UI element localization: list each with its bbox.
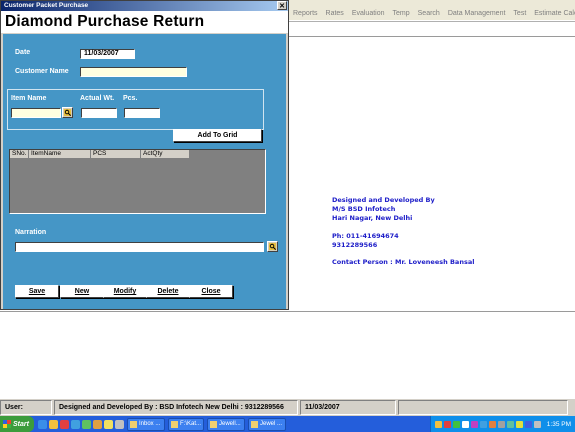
window-title: Customer Packet Purchase [4,2,89,9]
envelope-icon [130,420,137,428]
media-icon[interactable] [60,419,69,429]
menu-temp[interactable]: Temp [389,8,414,22]
date-field[interactable]: 11/03/2007 [80,49,135,59]
lookup-icon [268,242,277,251]
windows-flag-icon [3,420,11,428]
messenger-icon[interactable] [82,419,91,429]
smiley-icon[interactable] [104,419,113,429]
status-bar: User: Designed and Developed By : BSD In… [0,398,575,416]
menu-estimate-calculator[interactable]: Estimate Calculator [530,8,575,22]
credits-line1: Designed and Developed By [332,196,435,204]
tray-icon[interactable] [452,420,460,428]
grid-col-sno[interactable]: SNo. [10,150,29,159]
task-label: Jewell... [219,421,241,427]
status-user: User: [0,400,52,415]
task-inbox[interactable]: Inbox ... [127,417,165,431]
menu-test[interactable]: Test [509,8,530,22]
item-lookup-button[interactable] [62,107,73,118]
modify-button[interactable]: Modify [103,285,147,298]
menu-reports[interactable]: Reports [289,8,322,22]
tray-icon[interactable] [461,420,469,428]
status-designed-by: Designed and Developed By : BSD Infotech… [54,400,298,415]
menu-data-management[interactable]: Data Management [444,8,510,22]
narration-label: Narration [15,229,47,236]
credits-contact: Contact Person : Mr. Loveneesh Bansal [332,258,475,267]
credits-line2: M/S BSD Infotech [332,205,396,214]
tray-icon[interactable] [488,420,496,428]
tray-icon[interactable] [524,420,532,428]
credits-line3: Hari Nagar, New Delhi [332,214,413,223]
credits-block: Designed and Developed By M/S BSD Infote… [332,196,474,267]
tray-icon[interactable] [506,420,514,428]
task-jewel-2[interactable]: Jewel ... [248,417,286,431]
start-label: Start [13,420,29,428]
app-window-icon [251,420,258,428]
tray-icon[interactable] [434,420,442,428]
close-button[interactable]: Close [189,285,233,298]
start-button[interactable]: Start [0,416,34,432]
form-panel: Date 11/03/2007 Customer Name Item Name … [3,34,286,309]
folder-icon[interactable] [49,419,58,429]
status-date: 11/03/2007 [300,400,396,415]
new-button[interactable]: New [60,285,104,298]
client-divider [0,311,575,312]
add-to-grid-button[interactable]: Add To Grid [173,129,262,142]
grid-header: SNo. ItemName PCS ActQty [10,150,190,159]
tray-icon[interactable] [443,420,451,428]
taskbar: Start Inbox ... F:\Kat... Jewell... Jewe… [0,416,575,432]
customer-name-label: Customer Name [15,68,69,75]
items-grid[interactable]: SNo. ItemName PCS ActQty [9,149,266,214]
ie-icon[interactable] [38,419,47,429]
actual-wt-label: Actual Wt. [80,95,115,102]
menu-evaluation[interactable]: Evaluation [348,8,389,22]
quick-launch-icon[interactable] [115,419,124,429]
narration-field[interactable] [15,242,264,252]
delete-button[interactable]: Delete [146,285,190,298]
grid-col-itemname[interactable]: ItemName [29,150,91,159]
page-title: Diamond Purchase Return Voucher...... [1,11,288,52]
folder-icon [171,420,178,428]
credits-phone1: Ph: 011-41694674 [332,231,399,240]
actual-wt-field[interactable] [81,108,117,118]
close-icon[interactable]: ✕ [277,1,287,10]
quick-launch [38,419,124,429]
tray-icon[interactable] [515,420,523,428]
grid-col-pcs[interactable]: PCS [91,150,141,159]
task-label: F:\Kat... [179,421,201,427]
narration-lookup-button[interactable] [267,241,278,252]
status-empty [398,400,568,415]
menu-search[interactable]: Search [414,8,444,22]
save-button[interactable]: Save [15,285,59,298]
item-name-field[interactable] [11,108,61,118]
task-jewell-1[interactable]: Jewell... [207,417,245,431]
menu-rates[interactable]: Rates [322,8,348,22]
app-window-icon [210,420,217,428]
main-menubar: Reports Rates Evaluation Temp Search Dat… [289,8,575,22]
tray-icon[interactable] [497,420,505,428]
pcs-label: Pcs. [123,95,138,102]
task-explorer[interactable]: F:\Kat... [168,417,204,431]
tray-icon[interactable] [470,420,478,428]
customer-name-field[interactable] [80,67,187,77]
menu-divider [289,21,575,22]
item-name-label: Item Name [11,95,47,102]
task-label: Inbox ... [139,421,161,427]
tray-clock[interactable]: 1:35 PM [547,421,571,428]
grid-col-actqty[interactable]: ActQty [141,150,190,159]
date-label: Date [15,49,31,56]
system-tray: 1:35 PM [429,416,575,432]
tray-icon[interactable] [479,420,487,428]
purchase-return-window: Customer Packet Purchase ✕ Diamond Purch… [0,0,289,310]
lookup-icon [63,108,72,117]
app-icon[interactable] [93,419,102,429]
mail-icon[interactable] [71,419,80,429]
speaker-icon[interactable] [533,420,541,428]
credits-phone2: 9312289566 [332,240,378,249]
task-label: Jewel ... [260,421,283,427]
window-titlebar[interactable]: Customer Packet Purchase ✕ [1,1,288,11]
pcs-field[interactable] [124,108,160,118]
